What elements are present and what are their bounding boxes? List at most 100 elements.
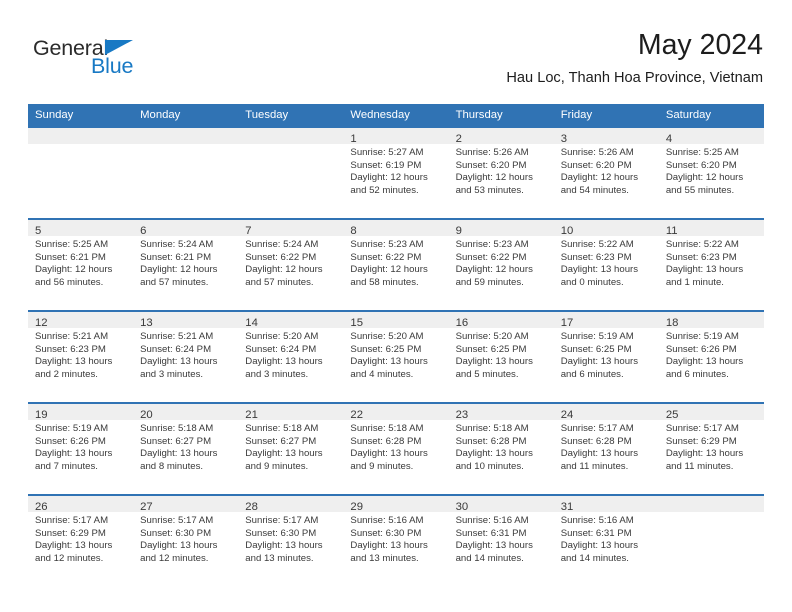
calendar-day-cell[interactable]: 2 Sunrise: 5:26 AM Sunset: 6:20 PM Daylight… xyxy=(448,126,554,219)
day-detail-line: Sunset: 6:26 PM xyxy=(665,343,737,355)
day-detail-line: and 4 minutes. xyxy=(350,368,414,380)
day-number: 24 xyxy=(560,409,574,421)
day-number: 20 xyxy=(140,409,153,421)
day-detail-line: Sunrise: 5:17 AM xyxy=(245,515,319,526)
calendar-day-cell[interactable]: 13 Sunrise: 5:21 AM Sunset: 6:24 PM Dayligh… xyxy=(133,310,239,403)
calendar-week-row: 12 Sunrise: 5:21 AM Sunset: 6:23 PM Dayligh… xyxy=(28,310,764,403)
page-title: May 2024 xyxy=(637,29,763,61)
calendar-day-cell[interactable]: 28 Sunrise: 5:17 AM Sunset: 6:30 PM Dayligh… xyxy=(238,494,344,586)
day-detail-line: and 59 minutes. xyxy=(455,276,524,288)
day-detail-line: Sunset: 6:22 PM xyxy=(245,251,317,263)
day-detail-text: Sunrise: 5:23 AM Sunset: 6:22 PM Daylight:… xyxy=(449,236,554,289)
day-detail-line: Sunset: 6:25 PM xyxy=(560,343,632,355)
day-detail-line: and 3 minutes. xyxy=(245,368,309,380)
day-detail-line: Sunset: 6:28 PM xyxy=(350,435,422,447)
day-number-band: 1 xyxy=(343,128,449,145)
day-number-band: 16 xyxy=(448,312,554,329)
calendar-day-cell[interactable]: 20 Sunrise: 5:18 AM Sunset: 6:27 PM Dayligh… xyxy=(133,402,239,495)
day-detail-line: Sunset: 6:30 PM xyxy=(245,527,317,539)
day-number: 9 xyxy=(455,225,462,237)
day-number: 1 xyxy=(350,133,357,145)
day-detail-text: Sunrise: 5:17 AM Sunset: 6:29 PM Daylight:… xyxy=(659,420,764,473)
day-detail-line: Sunrise: 5:22 AM xyxy=(665,239,739,250)
calendar-day-cell-empty xyxy=(28,126,134,219)
day-detail-line: and 57 minutes. xyxy=(245,276,314,288)
calendar-day-cell[interactable]: 1 Sunrise: 5:27 AM Sunset: 6:19 PM Daylight… xyxy=(343,126,449,219)
calendar-body: 1 Sunrise: 5:27 AM Sunset: 6:19 PM Daylight… xyxy=(28,126,764,586)
day-cell-content: 27 Sunrise: 5:17 AM Sunset: 6:30 PM Dayligh… xyxy=(133,496,239,584)
calendar-day-cell[interactable]: 23 Sunrise: 5:18 AM Sunset: 6:28 PM Dayligh… xyxy=(448,402,554,495)
day-detail-line: and 56 minutes. xyxy=(35,276,104,288)
day-detail-line: Sunset: 6:27 PM xyxy=(140,435,212,447)
day-number: 18 xyxy=(665,317,679,329)
day-detail-line: Sunset: 6:21 PM xyxy=(140,251,212,263)
calendar-day-cell[interactable]: 30 Sunrise: 5:16 AM Sunset: 6:31 PM Dayligh… xyxy=(448,494,554,586)
day-detail-line: Sunrise: 5:24 AM xyxy=(140,239,214,250)
calendar-day-cell[interactable]: 26 Sunrise: 5:17 AM Sunset: 6:29 PM Dayligh… xyxy=(28,494,134,586)
day-detail-text: Sunrise: 5:20 AM Sunset: 6:25 PM Daylight:… xyxy=(343,328,448,381)
calendar-day-cell[interactable]: 22 Sunrise: 5:18 AM Sunset: 6:28 PM Dayligh… xyxy=(343,402,449,495)
calendar-day-cell[interactable]: 16 Sunrise: 5:20 AM Sunset: 6:25 PM Dayligh… xyxy=(448,310,554,403)
day-number-band: 26 xyxy=(28,496,134,513)
day-detail-line: and 6 minutes. xyxy=(665,368,729,380)
calendar-day-cell[interactable]: 8 Sunrise: 5:23 AM Sunset: 6:22 PM Daylight… xyxy=(343,218,449,311)
day-number-band: 7 xyxy=(238,220,344,237)
day-cell-content xyxy=(28,128,134,216)
day-number: 16 xyxy=(455,317,469,329)
logo-word-blue: Blue xyxy=(91,54,134,78)
day-number-band xyxy=(238,128,344,144)
day-detail-line: and 53 minutes. xyxy=(455,184,524,196)
day-detail-line: Daylight: 13 hours xyxy=(35,356,113,368)
weekday-header-thursday: Thursday xyxy=(448,104,554,127)
day-detail-line: Sunrise: 5:23 AM xyxy=(455,239,529,250)
calendar-day-cell[interactable]: 18 Sunrise: 5:19 AM Sunset: 6:26 PM Dayligh… xyxy=(658,310,764,403)
calendar-day-cell[interactable]: 19 Sunrise: 5:19 AM Sunset: 6:26 PM Dayligh… xyxy=(28,402,134,495)
calendar-day-cell[interactable]: 10 Sunrise: 5:22 AM Sunset: 6:23 PM Dayligh… xyxy=(553,218,659,311)
day-detail-text: Sunrise: 5:23 AM Sunset: 6:22 PM Daylight:… xyxy=(343,236,448,289)
day-detail-text: Sunrise: 5:21 AM Sunset: 6:23 PM Daylight:… xyxy=(28,328,133,381)
day-detail-line: Sunrise: 5:19 AM xyxy=(35,423,109,434)
calendar-day-cell[interactable]: 14 Sunrise: 5:20 AM Sunset: 6:24 PM Dayligh… xyxy=(238,310,344,403)
day-detail-text: Sunrise: 5:21 AM Sunset: 6:24 PM Daylight:… xyxy=(133,328,238,381)
day-detail-line: Daylight: 13 hours xyxy=(560,356,639,368)
calendar-day-cell[interactable]: 6 Sunrise: 5:24 AM Sunset: 6:21 PM Daylight… xyxy=(133,218,239,311)
day-number: 3 xyxy=(560,133,567,145)
day-detail-line: Daylight: 13 hours xyxy=(560,540,639,552)
day-number-band: 25 xyxy=(658,404,764,421)
calendar-day-cell[interactable]: 7 Sunrise: 5:24 AM Sunset: 6:22 PM Daylight… xyxy=(238,218,344,311)
calendar-day-cell[interactable]: 11 Sunrise: 5:22 AM Sunset: 6:23 PM Dayligh… xyxy=(658,218,764,311)
triangle-flag-icon xyxy=(105,39,133,55)
day-detail-line: Daylight: 12 hours xyxy=(350,264,428,276)
day-detail-line: and 55 minutes. xyxy=(665,184,735,196)
calendar-day-cell[interactable]: 29 Sunrise: 5:16 AM Sunset: 6:30 PM Dayligh… xyxy=(343,494,449,586)
day-number: 14 xyxy=(245,317,258,329)
calendar-week-row: 26 Sunrise: 5:17 AM Sunset: 6:29 PM Dayligh… xyxy=(28,494,764,586)
calendar-day-cell[interactable]: 5 Sunrise: 5:25 AM Sunset: 6:21 PM Daylight… xyxy=(28,218,134,311)
day-number-band: 11 xyxy=(658,220,764,237)
calendar-day-cell[interactable]: 4 Sunrise: 5:25 AM Sunset: 6:20 PM Daylight… xyxy=(658,126,764,219)
calendar-day-cell[interactable]: 31 Sunrise: 5:16 AM Sunset: 6:31 PM Dayligh… xyxy=(553,494,659,586)
calendar-day-cell[interactable]: 24 Sunrise: 5:17 AM Sunset: 6:28 PM Dayligh… xyxy=(553,402,659,495)
calendar-week-row: 5 Sunrise: 5:25 AM Sunset: 6:21 PM Daylight… xyxy=(28,218,764,311)
day-detail-line: Sunrise: 5:26 AM xyxy=(560,147,634,158)
calendar-day-cell[interactable]: 12 Sunrise: 5:21 AM Sunset: 6:23 PM Dayligh… xyxy=(28,310,134,403)
day-cell-content: 7 Sunrise: 5:24 AM Sunset: 6:22 PM Daylight… xyxy=(238,220,344,308)
day-number-band: 21 xyxy=(238,404,344,421)
day-detail-line: Sunset: 6:22 PM xyxy=(455,251,527,263)
day-detail-text: Sunrise: 5:16 AM Sunset: 6:30 PM Daylight:… xyxy=(343,512,448,565)
calendar-day-cell[interactable]: 25 Sunrise: 5:17 AM Sunset: 6:29 PM Dayligh… xyxy=(658,402,764,495)
calendar-day-cell[interactable]: 9 Sunrise: 5:23 AM Sunset: 6:22 PM Daylight… xyxy=(448,218,554,311)
day-detail-line: Daylight: 13 hours xyxy=(350,540,428,552)
calendar-day-cell[interactable]: 27 Sunrise: 5:17 AM Sunset: 6:30 PM Dayligh… xyxy=(133,494,239,586)
day-detail-text xyxy=(133,144,238,147)
general-blue-logo[interactable]: General Blue xyxy=(33,36,183,84)
day-cell-content: 15 Sunrise: 5:20 AM Sunset: 6:25 PM Dayligh… xyxy=(343,312,449,400)
calendar-day-cell[interactable]: 17 Sunrise: 5:19 AM Sunset: 6:25 PM Dayligh… xyxy=(553,310,659,403)
calendar-day-cell[interactable]: 3 Sunrise: 5:26 AM Sunset: 6:20 PM Daylight… xyxy=(553,126,659,219)
weekday-header-wednesday: Wednesday xyxy=(343,104,449,127)
day-detail-line: Sunrise: 5:17 AM xyxy=(560,423,634,434)
calendar-day-cell[interactable]: 21 Sunrise: 5:18 AM Sunset: 6:27 PM Dayligh… xyxy=(238,402,344,495)
calendar-day-cell[interactable]: 15 Sunrise: 5:20 AM Sunset: 6:25 PM Dayligh… xyxy=(343,310,449,403)
day-detail-line: and 9 minutes. xyxy=(350,460,414,472)
day-number-band: 14 xyxy=(238,312,344,329)
